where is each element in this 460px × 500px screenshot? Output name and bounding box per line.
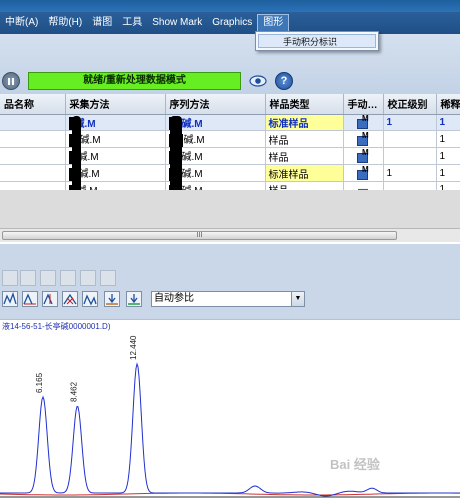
sample-type-cell: 标准样品 <box>265 164 344 182</box>
manual-integration-cell[interactable]: M <box>343 164 384 182</box>
manual-integration-icon: M <box>356 148 370 164</box>
tool-print-icon[interactable] <box>2 270 18 286</box>
column-header-manual[interactable]: 手动… <box>343 94 384 115</box>
split-peak-icon[interactable] <box>42 291 58 307</box>
toolbar-row-1 <box>0 268 460 288</box>
tool-table-icon[interactable] <box>60 270 76 286</box>
manual-integration-icon: M <box>356 114 370 130</box>
horizontal-scrollbar[interactable]: III <box>0 228 460 242</box>
dilution-cell: 1 <box>436 164 460 182</box>
menu-item-manual-integration-marks[interactable]: 手动积分标识 <box>258 34 376 48</box>
dilution-cell: 1 <box>436 147 460 166</box>
chromatogram-title: 液14-56-51-长亭碱0000001.D) <box>2 322 111 331</box>
tool-list-icon[interactable] <box>40 270 56 286</box>
chromatogram-svg: 6.165 8.462 12.440 <box>0 335 460 498</box>
menu-show-mark[interactable]: Show Mark <box>147 14 207 32</box>
redaction-mark <box>72 116 81 198</box>
dilution-cell: 1 <box>436 114 460 132</box>
delete-peak-icon[interactable] <box>62 291 78 307</box>
peak-label: 12.440 <box>129 335 138 360</box>
chromatogram-header: 液14-56-51-长亭碱0000001.D) <box>0 319 460 333</box>
table-row[interactable]: 碱.M 碱.M 标准样品 M 1 1 <box>0 114 460 132</box>
sample-name-cell <box>0 130 66 149</box>
tangent-skim-icon[interactable] <box>82 291 98 307</box>
scrollbar-thumb[interactable]: III <box>2 231 397 240</box>
peak-label: 8.462 <box>69 381 78 402</box>
reference-select[interactable]: 自动参比 ▼ <box>151 291 305 307</box>
table-empty-area <box>0 190 460 228</box>
move-left-icon[interactable] <box>104 291 120 307</box>
tool-edit-icon[interactable] <box>100 270 116 286</box>
column-header-seq-method[interactable]: 序列方法 <box>165 94 266 115</box>
watermark: Bai 经验 <box>330 457 380 472</box>
graph-menu-dropdown: 手动积分标识 <box>255 31 379 51</box>
menu-help[interactable]: 帮助(H) <box>43 14 87 32</box>
column-header-dilution[interactable]: 稀释 <box>436 94 460 115</box>
redaction-mark <box>170 116 182 198</box>
menu-abort[interactable]: 中断(A) <box>0 14 43 32</box>
sample-name-cell <box>0 147 66 166</box>
menu-graph[interactable]: 图形 <box>257 14 290 32</box>
manual-integration-icon: M <box>356 165 370 180</box>
dilution-cell: 1 <box>436 130 460 149</box>
menu-spectrum[interactable]: 谱图 <box>87 14 117 32</box>
mode-status-banner: 就绪/重新处理数据模式 <box>28 72 241 90</box>
table-row[interactable]: 碱.M 碱.M 样品 M 1 <box>0 130 460 149</box>
pause-button[interactable] <box>2 72 20 90</box>
manual-integration-cell[interactable]: M <box>343 130 384 149</box>
column-header-sample-type[interactable]: 样品类型 <box>265 94 344 115</box>
sample-name-cell <box>0 114 66 132</box>
help-icon[interactable]: ? <box>275 72 293 90</box>
menu-graphics[interactable]: Graphics <box>207 14 257 32</box>
sample-type-cell: 标准样品 <box>265 114 344 132</box>
sample-type-cell: 样品 <box>265 130 344 149</box>
move-right-icon[interactable] <box>126 291 142 307</box>
sample-type-cell: 样品 <box>265 147 344 166</box>
sample-name-cell <box>0 164 66 182</box>
table-row[interactable]: 碱.M 碱.M 样品 M 1 <box>0 147 460 166</box>
cal-level-cell: 1 <box>383 114 437 132</box>
cal-level-cell <box>383 147 437 166</box>
reference-select-value: 自动参比 <box>154 293 194 304</box>
integrate-icon[interactable] <box>2 291 18 307</box>
menubar: 中断(A) 帮助(H) 谱图 工具 Show Mark Graphics 图形 <box>0 12 460 34</box>
peak-label: 6.165 <box>35 372 44 393</box>
chevron-down-icon[interactable]: ▼ <box>291 292 304 306</box>
window-title-strip <box>0 0 460 12</box>
tool-copy-icon[interactable] <box>20 270 36 286</box>
menu-tools[interactable]: 工具 <box>117 14 147 32</box>
cal-level-cell: 1 <box>383 164 437 182</box>
tool-link-icon[interactable] <box>80 270 96 286</box>
cal-level-cell <box>383 130 437 149</box>
view-eye-icon[interactable] <box>249 73 267 89</box>
baseline-icon[interactable] <box>22 291 38 307</box>
column-header-acq-method[interactable]: 采集方法 <box>65 94 166 115</box>
chromatogram-plot[interactable]: 6.165 8.462 12.440 <box>0 333 460 500</box>
manual-integration-cell[interactable]: M <box>343 114 384 132</box>
table-row[interactable]: 碱.M 碱.M 标准样品 M 1 1 <box>0 164 460 182</box>
manual-integration-cell[interactable]: M <box>343 147 384 166</box>
column-header-sample-name[interactable]: 品名称 <box>0 94 66 115</box>
manual-integration-icon: M <box>356 131 370 147</box>
column-header-cal-level[interactable]: 校正级别 <box>383 94 437 115</box>
